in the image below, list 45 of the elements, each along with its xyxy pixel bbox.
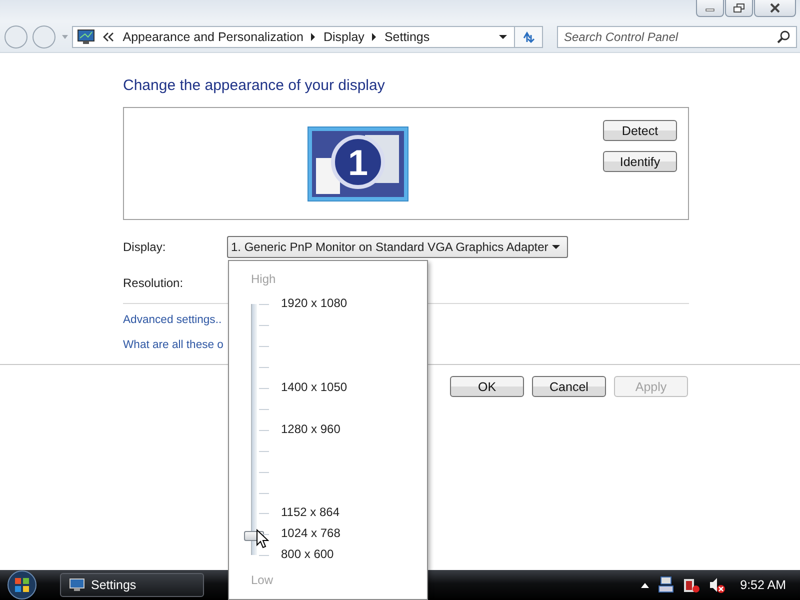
show-hidden-icons-arrow[interactable]: [640, 581, 650, 589]
resolution-option[interactable]: 1400 x 1050: [281, 380, 348, 394]
search-icon[interactable]: [777, 30, 791, 44]
resolution-option[interactable]: 1024 x 768: [281, 526, 340, 540]
taskbar-button[interactable]: Settings: [60, 573, 204, 597]
resolution-option[interactable]: 800 x 600: [281, 547, 334, 561]
close-button[interactable]: [754, 0, 796, 17]
low-label: Low: [251, 573, 274, 587]
refresh-button[interactable]: [515, 26, 543, 48]
dropdown-arrow-icon: [551, 244, 561, 250]
breadcrumb-arrow-icon: [309, 32, 318, 42]
resolution-option[interactable]: 1920 x 1080: [281, 296, 348, 310]
high-label: High: [251, 272, 276, 286]
double-chevron-icon: [102, 32, 115, 42]
restore-icon: [733, 3, 745, 13]
dialog-button[interactable]: OK: [450, 376, 524, 397]
network-icon[interactable]: [658, 576, 674, 594]
monitor-preview-drawing[interactable]: 1: [307, 126, 409, 202]
breadcrumb-item[interactable]: Appearance and Personalization: [122, 30, 304, 44]
monitor-icon: [69, 578, 85, 592]
mouse-pointer-icon: [256, 528, 269, 549]
address-bar[interactable]: Appearance and Personalization Display Settings: [72, 26, 516, 48]
volume-muted-icon[interactable]: [708, 576, 726, 594]
display-label: Display:: [123, 240, 167, 254]
resolution-option[interactable]: 1152 x 864: [281, 505, 340, 519]
clock: 9:52 AM: [740, 578, 786, 592]
maximize-button[interactable]: [725, 0, 753, 17]
monitor-button[interactable]: Identify: [603, 151, 677, 172]
refresh-icon: [520, 30, 537, 44]
breadcrumb-item[interactable]: Settings: [384, 30, 430, 44]
monitor-icon: [76, 28, 95, 44]
resolution-label: Resolution:: [123, 276, 184, 290]
dropdown-arrow-icon[interactable]: [498, 34, 508, 40]
search-field[interactable]: Search Control Panel: [557, 26, 797, 48]
breadcrumb-item[interactable]: Display: [323, 30, 364, 44]
help-link[interactable]: Advanced settings..: [123, 314, 222, 339]
help-link[interactable]: What are all these o: [123, 339, 224, 364]
close-icon: [769, 3, 781, 13]
display-dropdown[interactable]: 1. Generic PnP Monitor on Standard VGA Graphics Adapter: [227, 236, 568, 258]
dialog-button[interactable]: Cancel: [532, 376, 606, 397]
resolution-option[interactable]: 1280 x 960: [281, 422, 340, 436]
page-heading: Change the appearance of your display: [123, 77, 386, 96]
power-icon[interactable]: [682, 576, 700, 594]
monitor-button[interactable]: Detect: [603, 120, 677, 141]
breadcrumb-arrow-icon: [370, 32, 378, 42]
